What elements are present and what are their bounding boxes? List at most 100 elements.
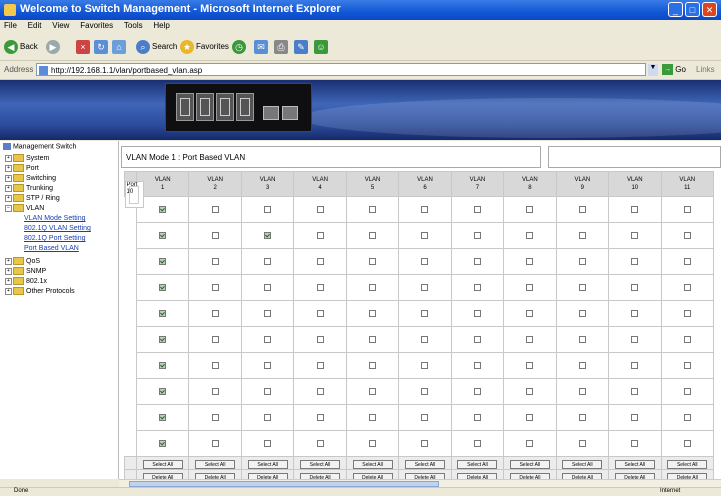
vlan-membership-checkbox[interactable] (316, 361, 324, 369)
vlan-membership-checkbox[interactable] (631, 361, 639, 369)
vlan-membership-checkbox[interactable] (578, 205, 586, 213)
vlan-membership-checkbox[interactable] (421, 257, 429, 265)
vlan-membership-checkbox[interactable] (211, 361, 219, 369)
menu-view[interactable]: View (48, 20, 73, 31)
vlan-membership-checkbox[interactable] (316, 335, 324, 343)
vlan-membership-checkbox[interactable] (526, 439, 534, 447)
forward-button[interactable]: ▶ (46, 38, 62, 55)
sidebar-item-trunking[interactable]: + Trunking (5, 184, 53, 192)
vlan-membership-checkbox[interactable] (473, 231, 481, 239)
vlan-membership-checkbox[interactable] (473, 387, 481, 395)
mail-button[interactable]: ✉ (254, 38, 270, 55)
sidebar-link-8021q-vlan[interactable]: 802.1Q VLAN Setting (24, 225, 91, 232)
vlan-membership-checkbox[interactable] (473, 361, 481, 369)
vlan-membership-checkbox[interactable] (526, 309, 534, 317)
vlan-membership-checkbox[interactable] (159, 257, 167, 265)
vlan-membership-checkbox[interactable] (421, 361, 429, 369)
vlan-membership-checkbox[interactable] (473, 335, 481, 343)
vlan-membership-checkbox[interactable] (159, 361, 167, 369)
vlan-membership-checkbox[interactable] (159, 439, 167, 447)
vlan-membership-checkbox[interactable] (473, 257, 481, 265)
vlan-membership-checkbox[interactable] (526, 387, 534, 395)
vlan-membership-checkbox[interactable] (369, 439, 377, 447)
vlan-membership-checkbox[interactable] (578, 387, 586, 395)
vlan-membership-checkbox[interactable] (578, 361, 586, 369)
vlan-membership-checkbox[interactable] (316, 231, 324, 239)
vlan-membership-checkbox[interactable] (211, 205, 219, 213)
select-all-button[interactable]: Select All (457, 459, 498, 469)
vlan-membership-checkbox[interactable] (473, 413, 481, 421)
vlan-membership-checkbox[interactable] (578, 231, 586, 239)
select-all-button[interactable]: Select All (300, 459, 341, 469)
vlan-membership-checkbox[interactable] (159, 413, 167, 421)
vlan-membership-checkbox[interactable] (631, 283, 639, 291)
go-button[interactable]: → Go (662, 63, 686, 77)
vlan-membership-checkbox[interactable] (369, 205, 377, 213)
vlan-membership-checkbox[interactable] (369, 335, 377, 343)
vlan-membership-checkbox[interactable] (473, 439, 481, 447)
vlan-membership-checkbox[interactable] (421, 335, 429, 343)
vlan-membership-checkbox[interactable] (316, 283, 324, 291)
vlan-membership-checkbox[interactable] (264, 257, 272, 265)
vlan-membership-checkbox[interactable] (631, 231, 639, 239)
vlan-membership-checkbox[interactable] (369, 231, 377, 239)
refresh-button[interactable]: ↻ (94, 38, 110, 55)
vlan-membership-checkbox[interactable] (578, 309, 586, 317)
vlan-membership-checkbox[interactable] (683, 283, 691, 291)
vlan-membership-checkbox[interactable] (683, 309, 691, 317)
vlan-membership-checkbox[interactable] (631, 387, 639, 395)
print-button[interactable]: ⎙ (274, 38, 290, 55)
menu-file[interactable]: File (0, 20, 21, 31)
vlan-membership-checkbox[interactable] (369, 257, 377, 265)
vlan-membership-checkbox[interactable] (316, 309, 324, 317)
vlan-membership-checkbox[interactable] (159, 283, 167, 291)
vlan-membership-checkbox[interactable] (421, 205, 429, 213)
menu-help[interactable]: Help (149, 20, 173, 31)
stop-button[interactable]: × (76, 38, 92, 55)
vlan-membership-checkbox[interactable] (159, 335, 167, 343)
vlan-membership-checkbox[interactable] (526, 413, 534, 421)
minimize-button[interactable]: _ (668, 2, 683, 17)
vlan-membership-checkbox[interactable] (578, 335, 586, 343)
menu-tools[interactable]: Tools (120, 20, 147, 31)
vlan-membership-checkbox[interactable] (421, 413, 429, 421)
vlan-membership-checkbox[interactable] (473, 309, 481, 317)
vlan-membership-checkbox[interactable] (264, 413, 272, 421)
vlan-membership-checkbox[interactable] (211, 309, 219, 317)
vlan-membership-checkbox[interactable] (631, 205, 639, 213)
select-all-button[interactable]: Select All (352, 459, 393, 469)
sidebar-link-8021q-port[interactable]: 802.1Q Port Setting (24, 235, 85, 242)
vlan-membership-checkbox[interactable] (683, 335, 691, 343)
sidebar-link-port-based-vlan[interactable]: Port Based VLAN (24, 245, 79, 252)
vlan-membership-checkbox[interactable] (159, 387, 167, 395)
vlan-membership-checkbox[interactable] (369, 283, 377, 291)
menu-favorites[interactable]: Favorites (76, 20, 117, 31)
sidebar-item-snmp[interactable]: + SNMP (5, 267, 46, 275)
vlan-membership-checkbox[interactable] (631, 335, 639, 343)
sidebar-item-system[interactable]: + System (5, 154, 49, 162)
vlan-membership-checkbox[interactable] (526, 283, 534, 291)
back-button[interactable]: ◀ Back (4, 38, 38, 55)
vlan-membership-checkbox[interactable] (316, 257, 324, 265)
vlan-membership-checkbox[interactable] (421, 231, 429, 239)
vlan-membership-checkbox[interactable] (264, 231, 272, 239)
select-all-button[interactable]: Select All (195, 459, 236, 469)
vlan-membership-checkbox[interactable] (264, 361, 272, 369)
vlan-membership-checkbox[interactable] (526, 361, 534, 369)
vlan-membership-checkbox[interactable] (211, 231, 219, 239)
vlan-membership-checkbox[interactable] (421, 387, 429, 395)
vlan-membership-checkbox[interactable] (631, 413, 639, 421)
close-button[interactable]: ✕ (702, 2, 717, 17)
vlan-membership-checkbox[interactable] (683, 257, 691, 265)
links-label[interactable]: Links (696, 65, 715, 74)
vlan-membership-checkbox[interactable] (631, 257, 639, 265)
sidebar-item-port[interactable]: + Port (5, 164, 39, 172)
favorites-button[interactable]: ★ Favorites (180, 38, 229, 55)
sidebar-item-8021x[interactable]: +802.1x (5, 277, 47, 285)
address-input[interactable]: http://192.168.1.1/vlan/portbased_vlan.a… (36, 63, 646, 76)
select-all-button[interactable]: Select All (509, 459, 550, 469)
select-all-button[interactable]: Select All (404, 459, 445, 469)
vlan-membership-checkbox[interactable] (264, 283, 272, 291)
vlan-membership-checkbox[interactable] (631, 309, 639, 317)
sidebar-item-switching[interactable]: + Switching (5, 174, 56, 182)
